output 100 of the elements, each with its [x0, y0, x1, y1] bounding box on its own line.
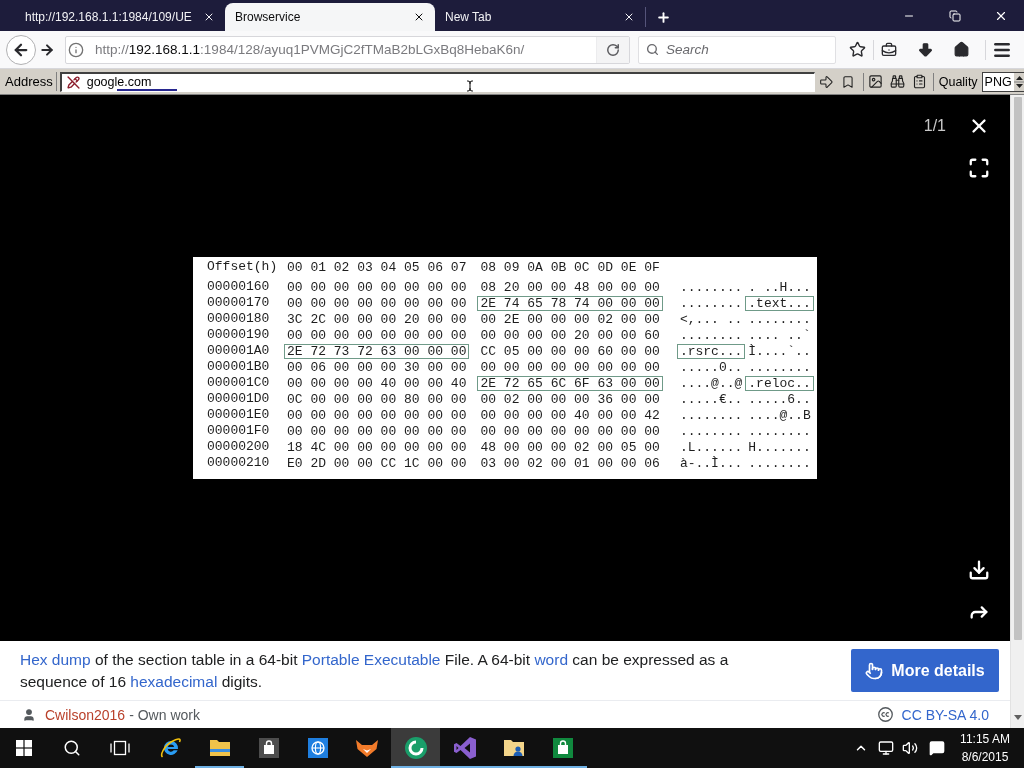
hex-bytes: 00 00 00 00 00 00 00 00: [286, 407, 468, 423]
search-icon: [646, 42, 659, 56]
spinner-arrows-icon[interactable]: [1013, 72, 1024, 91]
ascii-text: ........: [678, 295, 744, 311]
bookmark-icon[interactable]: [840, 74, 855, 89]
reload-icon[interactable]: [606, 42, 620, 57]
license-link[interactable]: CC BY-SA 4.0: [901, 706, 989, 723]
close-icon[interactable]: [203, 11, 215, 23]
offset-label: 00000180: [207, 312, 271, 326]
cc-circle-icon: [877, 707, 893, 722]
caption-link[interactable]: Portable Executable: [301, 651, 441, 668]
volume-icon[interactable]: [902, 740, 918, 756]
notification-icon[interactable]: [929, 740, 945, 756]
column-header: 08 09 0A 0B 0C 0D 0E 0F: [479, 259, 661, 275]
info-icon[interactable]: [68, 41, 84, 58]
close-icon[interactable]: [623, 11, 635, 23]
scrollbar[interactable]: [1010, 95, 1024, 728]
binoculars-icon[interactable]: [889, 74, 905, 89]
ascii-text: à-..Ì...: [678, 455, 744, 471]
ascii-text: .rsrc...: [676, 343, 746, 359]
ascii-text: Ì....`..: [747, 343, 812, 359]
ascii-text: ....@..@: [678, 375, 744, 391]
ribbon-logo-icon: [452, 736, 477, 760]
monitor-icon[interactable]: [878, 740, 894, 756]
hex-bytes: 00 00 00 00 00 00 00 00: [479, 423, 661, 439]
scrollbar-thumb[interactable]: [1013, 97, 1022, 640]
start-menu-icon[interactable]: [16, 740, 32, 756]
search-field[interactable]: Search: [638, 35, 836, 64]
offset-label: 000001E0: [207, 408, 271, 422]
hex-bytes: 2E 74 65 78 74 00 00 00: [477, 295, 663, 311]
author-link[interactable]: Cwilson2016: [45, 706, 126, 723]
url-field[interactable]: http://192.168.1.1:1984/128/ayuq1PVMGjC2fTMaB2bLGxBq8HebaK6n/: [65, 35, 630, 64]
shopping-bag-icon: [256, 736, 281, 760]
ascii-text: ........: [747, 359, 812, 375]
ascii-text: <,... ..: [678, 311, 744, 327]
clock-date: 8/6/2015: [961, 749, 1009, 766]
search-icon[interactable]: [63, 739, 81, 757]
address-field[interactable]: google.com: [59, 71, 815, 92]
hex-bytes: 00 2E 00 00 00 02 00 00: [479, 311, 661, 327]
more-details-button[interactable]: More details: [851, 649, 999, 692]
hex-bytes: 00 00 00 00 00 00 00 00: [479, 359, 661, 375]
new-tab-icon[interactable]: [656, 9, 671, 25]
ascii-text: ........: [678, 423, 744, 439]
back-button[interactable]: [6, 34, 36, 65]
clipboard-icon[interactable]: [911, 74, 927, 89]
column-header: 00 01 02 03 04 05 06 07: [286, 259, 468, 275]
quality-select[interactable]: PNG: [981, 71, 1024, 92]
caret-down-icon[interactable]: [1013, 715, 1022, 720]
url-text: http://192.168.1.1:1984/128/ayuq1PVMGjC2fTMaB2bLGxBq8HebaK6n/: [95, 42, 525, 57]
globe-icon: [305, 736, 330, 760]
browser-tab[interactable]: New Tab: [435, 3, 645, 31]
download-icon[interactable]: [968, 559, 990, 581]
hex-bytes: 00 00 00 00 00 00 00 00: [286, 295, 468, 311]
ascii-text: . ..H...: [747, 279, 812, 295]
user-icon: [22, 707, 36, 722]
hex-bytes: E0 2D 00 00 CC 1C 00 00: [286, 455, 468, 471]
text-underline: [116, 88, 177, 91]
task-view-icon[interactable]: [110, 740, 130, 756]
caption-link[interactable]: word: [534, 651, 569, 668]
arrow-right-icon[interactable]: [39, 41, 55, 58]
clock-time: 11:15 AM: [960, 731, 1010, 748]
shopping-bag-icon: [550, 736, 575, 760]
hex-bytes: 2E 72 65 6C 6F 63 00 00: [477, 375, 663, 391]
ascii-text: .reloc..: [745, 375, 814, 391]
download-icon[interactable]: [917, 41, 934, 58]
ascii-text: .text...: [745, 295, 814, 311]
hex-bytes: 2E 72 73 72 63 00 00 00: [284, 343, 470, 359]
caption-link[interactable]: hexadecimal: [130, 673, 218, 690]
ascii-text: ........: [678, 407, 744, 423]
briefcase-icon[interactable]: [881, 41, 897, 58]
restore-icon[interactable]: [949, 9, 961, 22]
hex-bytes: 00 02 00 00 00 36 00 00: [479, 391, 661, 407]
caption-link[interactable]: Hex dump: [20, 651, 91, 668]
image-icon[interactable]: [867, 74, 883, 89]
offset-label: 000001C0: [207, 376, 271, 390]
fullscreen-icon[interactable]: [968, 157, 990, 179]
star-icon[interactable]: [849, 41, 866, 58]
home-icon[interactable]: [953, 41, 970, 58]
ascii-text: .....6..: [747, 391, 812, 407]
close-icon[interactable]: [413, 11, 425, 23]
browser-tab[interactable]: Browservice: [225, 3, 435, 31]
caption-text: Hex dump of the section table in a 64-bit Portable Executable File. A 64-bit word can be expressed as a sequence of 16 hexadecimal digits.: [20, 650, 730, 692]
hex-bytes: 18 4C 00 00 00 00 00 00: [286, 439, 468, 455]
ascii-text: H.......: [747, 439, 812, 455]
hex-bytes: 00 00 00 00 00 00 00 00: [286, 423, 468, 439]
offset-label: 000001A0: [207, 344, 271, 358]
offset-label: 00000190: [207, 328, 271, 342]
ascii-text: .L......: [678, 439, 744, 455]
hex-bytes: 00 00 00 00 00 00 00 00: [286, 279, 468, 295]
browser-logo-icon: [158, 736, 183, 760]
hex-bytes: 3C 2C 00 00 00 20 00 00: [286, 311, 468, 327]
offset-label: 00000160: [207, 280, 271, 294]
browser-tab[interactable]: http://192.168.1.1:1984/109/UE: [15, 3, 225, 31]
ascii-text: ........: [747, 423, 812, 439]
ascii-text: .....€..: [678, 391, 744, 407]
ascii-text: ........: [747, 455, 812, 471]
taskbar-button[interactable]: [391, 728, 440, 768]
offset-label: 00000210: [207, 456, 271, 470]
arrow-right-icon[interactable]: [817, 73, 834, 90]
ascii-text: .....0..: [678, 359, 744, 375]
